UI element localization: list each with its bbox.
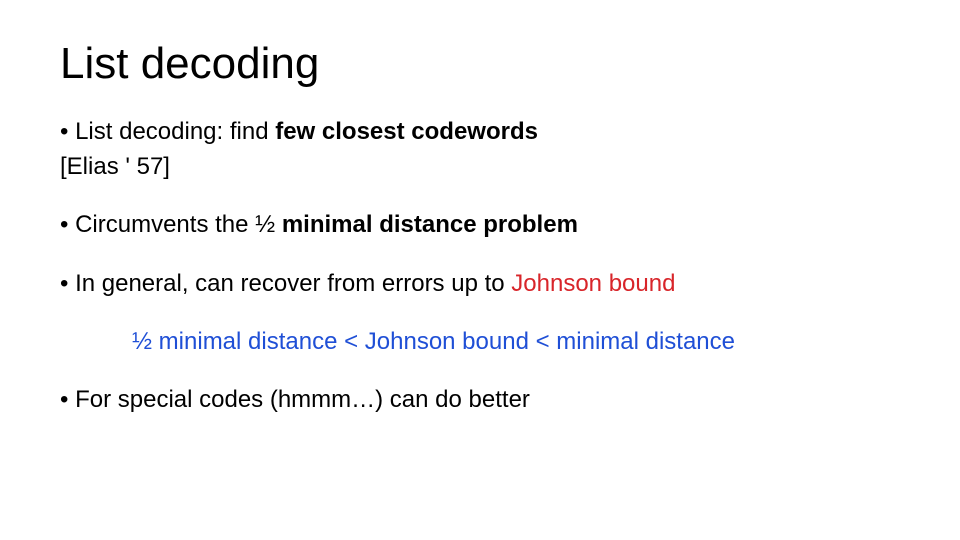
inequality-text: ½ minimal distance < Johnson bound < min… [132,328,735,355]
bullet-special-codes: For special codes (hmmm…) can do better [60,384,900,416]
slide: List decoding List decoding: find few cl… [0,0,960,540]
johnson-bound-text: Johnson bound [511,270,675,297]
bullet-text: In general, can recover from errors up t… [60,270,511,297]
bullet-johnson: In general, can recover from errors up t… [60,268,900,300]
slide-body: List decoding: find few closest codeword… [60,116,900,416]
bullet-list-decoding: List decoding: find few closest codeword… [60,116,900,183]
bullet-citation: [Elias ' 57] [60,151,900,183]
inequality-line: ½ minimal distance < Johnson bound < min… [60,326,900,358]
bullet-text: List decoding: find [60,118,275,145]
slide-title: List decoding [60,40,900,88]
bullet-circumvents: Circumvents the ½ minimal distance probl… [60,209,900,241]
bullet-em: minimal distance problem [282,211,578,238]
bullet-text: For special codes (hmmm…) can do better [60,386,530,413]
bullet-em: few closest codewords [275,118,538,145]
bullet-text: Circumvents the ½ [60,211,282,238]
